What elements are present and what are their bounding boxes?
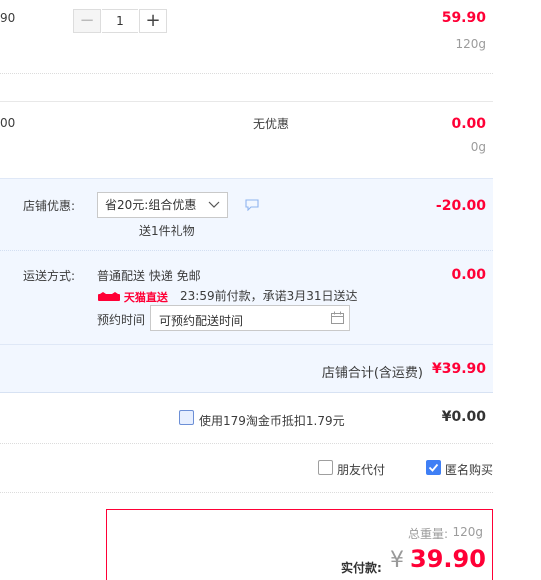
shipping-label: 运送方式: [23,269,76,283]
pay-amount: 39.90 [410,545,486,573]
total-weight-value: 120g [452,525,483,539]
shop-discount-select[interactable]: 省20元:组合优惠 [97,192,228,218]
item-unit-price: 00 [0,116,16,130]
calendar-icon[interactable] [331,311,344,324]
shop-discount-label: 店铺优惠: [23,199,76,213]
schedule-placeholder: 可预约配送时间 [159,314,244,328]
divider [0,443,493,444]
item-total: 59.90 [441,10,486,26]
friend-pay-checkbox[interactable] [318,460,333,475]
schedule-input[interactable]: 可预约配送时间 [150,305,350,331]
item-unit-price: 90 [0,11,16,25]
shop-total-amount: ¥39.90 [431,361,486,377]
quantity-input[interactable]: 1 [102,9,138,33]
chevron-down-icon [208,201,220,208]
delivery-promise: 23:59前付款，承诺3月31日送达 [180,289,358,303]
gift-text: 送1件礼物 [139,224,195,238]
divider [0,492,493,493]
anonymous-checkbox[interactable] [426,460,441,475]
divider [0,101,493,102]
shop-discount-section [0,178,493,250]
schedule-label: 预约时间 [97,313,146,327]
item-weight: 120g [455,37,486,51]
item-total: 0.00 [451,116,486,132]
order-summary-box: 总重量: 120g 实付款: ¥ 39.90 [106,509,493,580]
divider [0,73,493,74]
tmall-direct-text: 天猫直送 [123,291,168,304]
shop-discount-amount: -20.00 [435,198,486,214]
total-weight-label: 总重量: [407,527,448,541]
checkmark-icon [428,463,439,472]
tmall-cat-icon [98,292,120,301]
chat-bubble-icon[interactable] [245,199,259,211]
pay-label: 实付款: [341,561,382,575]
friend-pay-label[interactable]: 朋友代付 [337,461,385,478]
shop-discount-value: 省20元:组合优惠 [105,198,197,212]
coin-amount: ¥0.00 [441,409,486,425]
shop-total-label: 店铺合计(含运费) [321,366,423,381]
decrease-button[interactable]: − [73,9,101,33]
coin-label: 使用179淘金币抵扣1.79元 [199,414,345,428]
shipping-method: 普通配送 快递 免邮 [97,269,201,283]
coin-checkbox[interactable] [179,410,194,425]
anonymous-label[interactable]: 匿名购买 [445,461,493,478]
item-promo: 无优惠 [253,117,290,131]
divider [0,392,493,393]
currency-symbol: ¥ [390,548,404,573]
shipping-amount: 0.00 [451,267,486,283]
increase-button[interactable]: + [139,9,167,33]
item-weight: 0g [470,140,486,154]
tmall-direct-badge: 天猫直送 [98,289,168,305]
